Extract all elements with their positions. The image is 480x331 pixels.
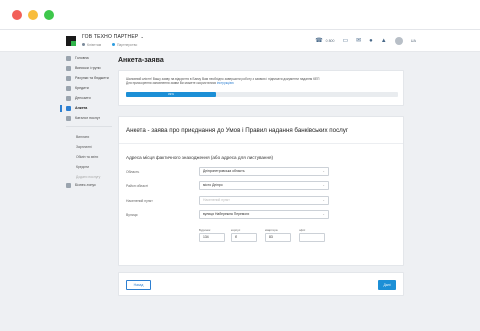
chevron-down-icon: ⌄ [322,169,325,173]
top-navigation-bar: ГОВ ТЕХНО ПАРТНЕР ⌄ Клієнтам Партнерство … [0,30,480,52]
sidebar-divider [66,126,112,127]
phone-icon[interactable]: ☎ [315,38,322,45]
progress-bar: 33% [126,92,398,97]
sidebar-item-questionnaire[interactable]: Анкета [60,105,114,112]
chevron-down-icon: ⌄ [322,198,325,202]
sidebar-item-accounts[interactable]: Рахунки та бюджети [60,76,114,81]
header-actions: ☎ 0 800 ▭ ✉ ● ▲ UA [315,37,416,45]
settlement-label: Населений пункт [126,199,153,203]
catalog-icon [66,116,71,121]
page-title: Анкета-заява [118,57,164,64]
sidebar-item-deposits[interactable]: Депозити [60,96,114,101]
notice-card: Шановний клієнт! Вашу заяву на відкриття… [118,70,404,106]
sidebar-item-credits[interactable]: Кредити [60,86,114,91]
region-label: Область [126,170,140,174]
business-icon [66,183,71,188]
form-divider [119,143,403,144]
company-logo[interactable] [66,36,76,46]
settlement-select[interactable]: Населений пункт ⌄ [199,196,329,205]
credit-icon [66,86,71,91]
apartment-input[interactable]: 83 [265,233,291,242]
district-label: Район області [126,184,149,188]
accounts-icon [66,76,71,81]
sidebar-subitem-add-service[interactable]: Додати послугу [76,175,114,179]
document-icon [66,106,71,111]
block-input[interactable]: б [231,233,257,242]
progress-label: 33% [167,92,174,96]
notice-text: Шановний клієнт! Вашу заяву на відкриття… [126,77,396,85]
chevron-down-icon: ⌄ [140,34,144,39]
sidebar-subitem-credits[interactable]: Кредити [76,165,114,169]
statements-icon [66,66,71,71]
tag-clients[interactable]: Клієнтам [82,43,101,47]
apartment-label: квартира [265,228,278,232]
phone-number[interactable]: 0 800 [326,39,335,43]
region-select[interactable]: Дніпропетровська область ⌄ [199,167,329,176]
window-titlebar [0,0,480,30]
avatar[interactable] [394,37,403,45]
sidebar-item-business[interactable]: Бізнес-тонус [60,183,114,188]
form-title: Анкета - заява про приєднання до Умов і … [126,127,349,134]
mail-icon[interactable]: ✉ [356,38,361,45]
sidebar-item-catalog[interactable]: Каталог послуг [60,116,114,121]
tag-partnership[interactable]: Партнерство [112,43,137,47]
sidebar-subitem-exchange[interactable]: Обмін та звіти [76,155,114,159]
building-input[interactable]: 134 [199,233,225,242]
instruction-link[interactable]: інструкцією [217,81,234,85]
office-input[interactable] [299,233,325,242]
street-select[interactable]: вулиця Набережна Перемоги ⌄ [199,210,329,219]
block-label: корпус [231,228,241,232]
section-title: Адреса місця фактичного знаходження (або… [126,155,274,160]
office-label: офіс [299,228,306,232]
bell-icon[interactable]: ▲ [381,38,387,45]
district-select[interactable]: місто Дніпро ⌄ [199,181,329,190]
chat-icon[interactable]: ▭ [342,38,348,45]
sidebar-subitem-salary[interactable]: Зарплатні [76,145,114,149]
user-icon[interactable]: ● [369,38,373,45]
maximize-window-button[interactable] [44,10,54,20]
actions-card: Назад Далі [118,272,404,296]
sidebar-item-home[interactable]: Головна [60,56,114,61]
form-card: Анкета - заява про приєднання до Умов і … [118,116,404,266]
minimize-window-button[interactable] [28,10,38,20]
chevron-down-icon: ⌄ [322,212,325,216]
company-name: ГОВ ТЕХНО ПАРТНЕР [82,34,139,40]
next-button[interactable]: Далі [378,280,396,290]
deposit-icon [66,96,71,101]
sidebar-item-statements[interactable]: Виписки і групи [60,66,114,71]
language-switcher[interactable]: UA [411,39,416,43]
sidebar: Головна Виписки і групи Рахунки та бюдже… [60,56,114,193]
app-window: ГОВ ТЕХНО ПАРТНЕР ⌄ Клієнтам Партнерство … [0,0,480,331]
company-selector[interactable]: ГОВ ТЕХНО ПАРТНЕР ⌄ [82,34,144,40]
chevron-down-icon: ⌄ [322,183,325,187]
back-button[interactable]: Назад [126,280,151,290]
home-icon [66,56,71,61]
street-label: Вулиця [126,213,138,217]
notice-line-2: Для прискорення заповнення заяви Ви може… [126,81,234,86]
building-label: Будинок [199,228,211,232]
sidebar-subitem-payments[interactable]: Виплати [76,135,114,139]
close-window-button[interactable] [12,10,22,20]
